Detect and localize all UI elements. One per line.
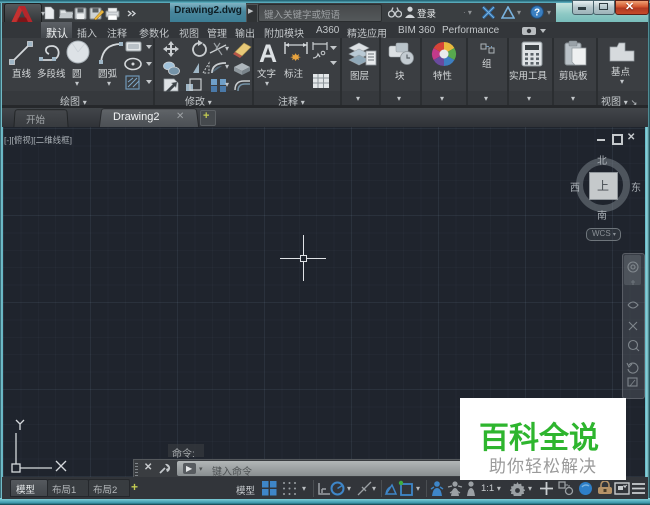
svg-text:?: ? — [534, 8, 540, 19]
